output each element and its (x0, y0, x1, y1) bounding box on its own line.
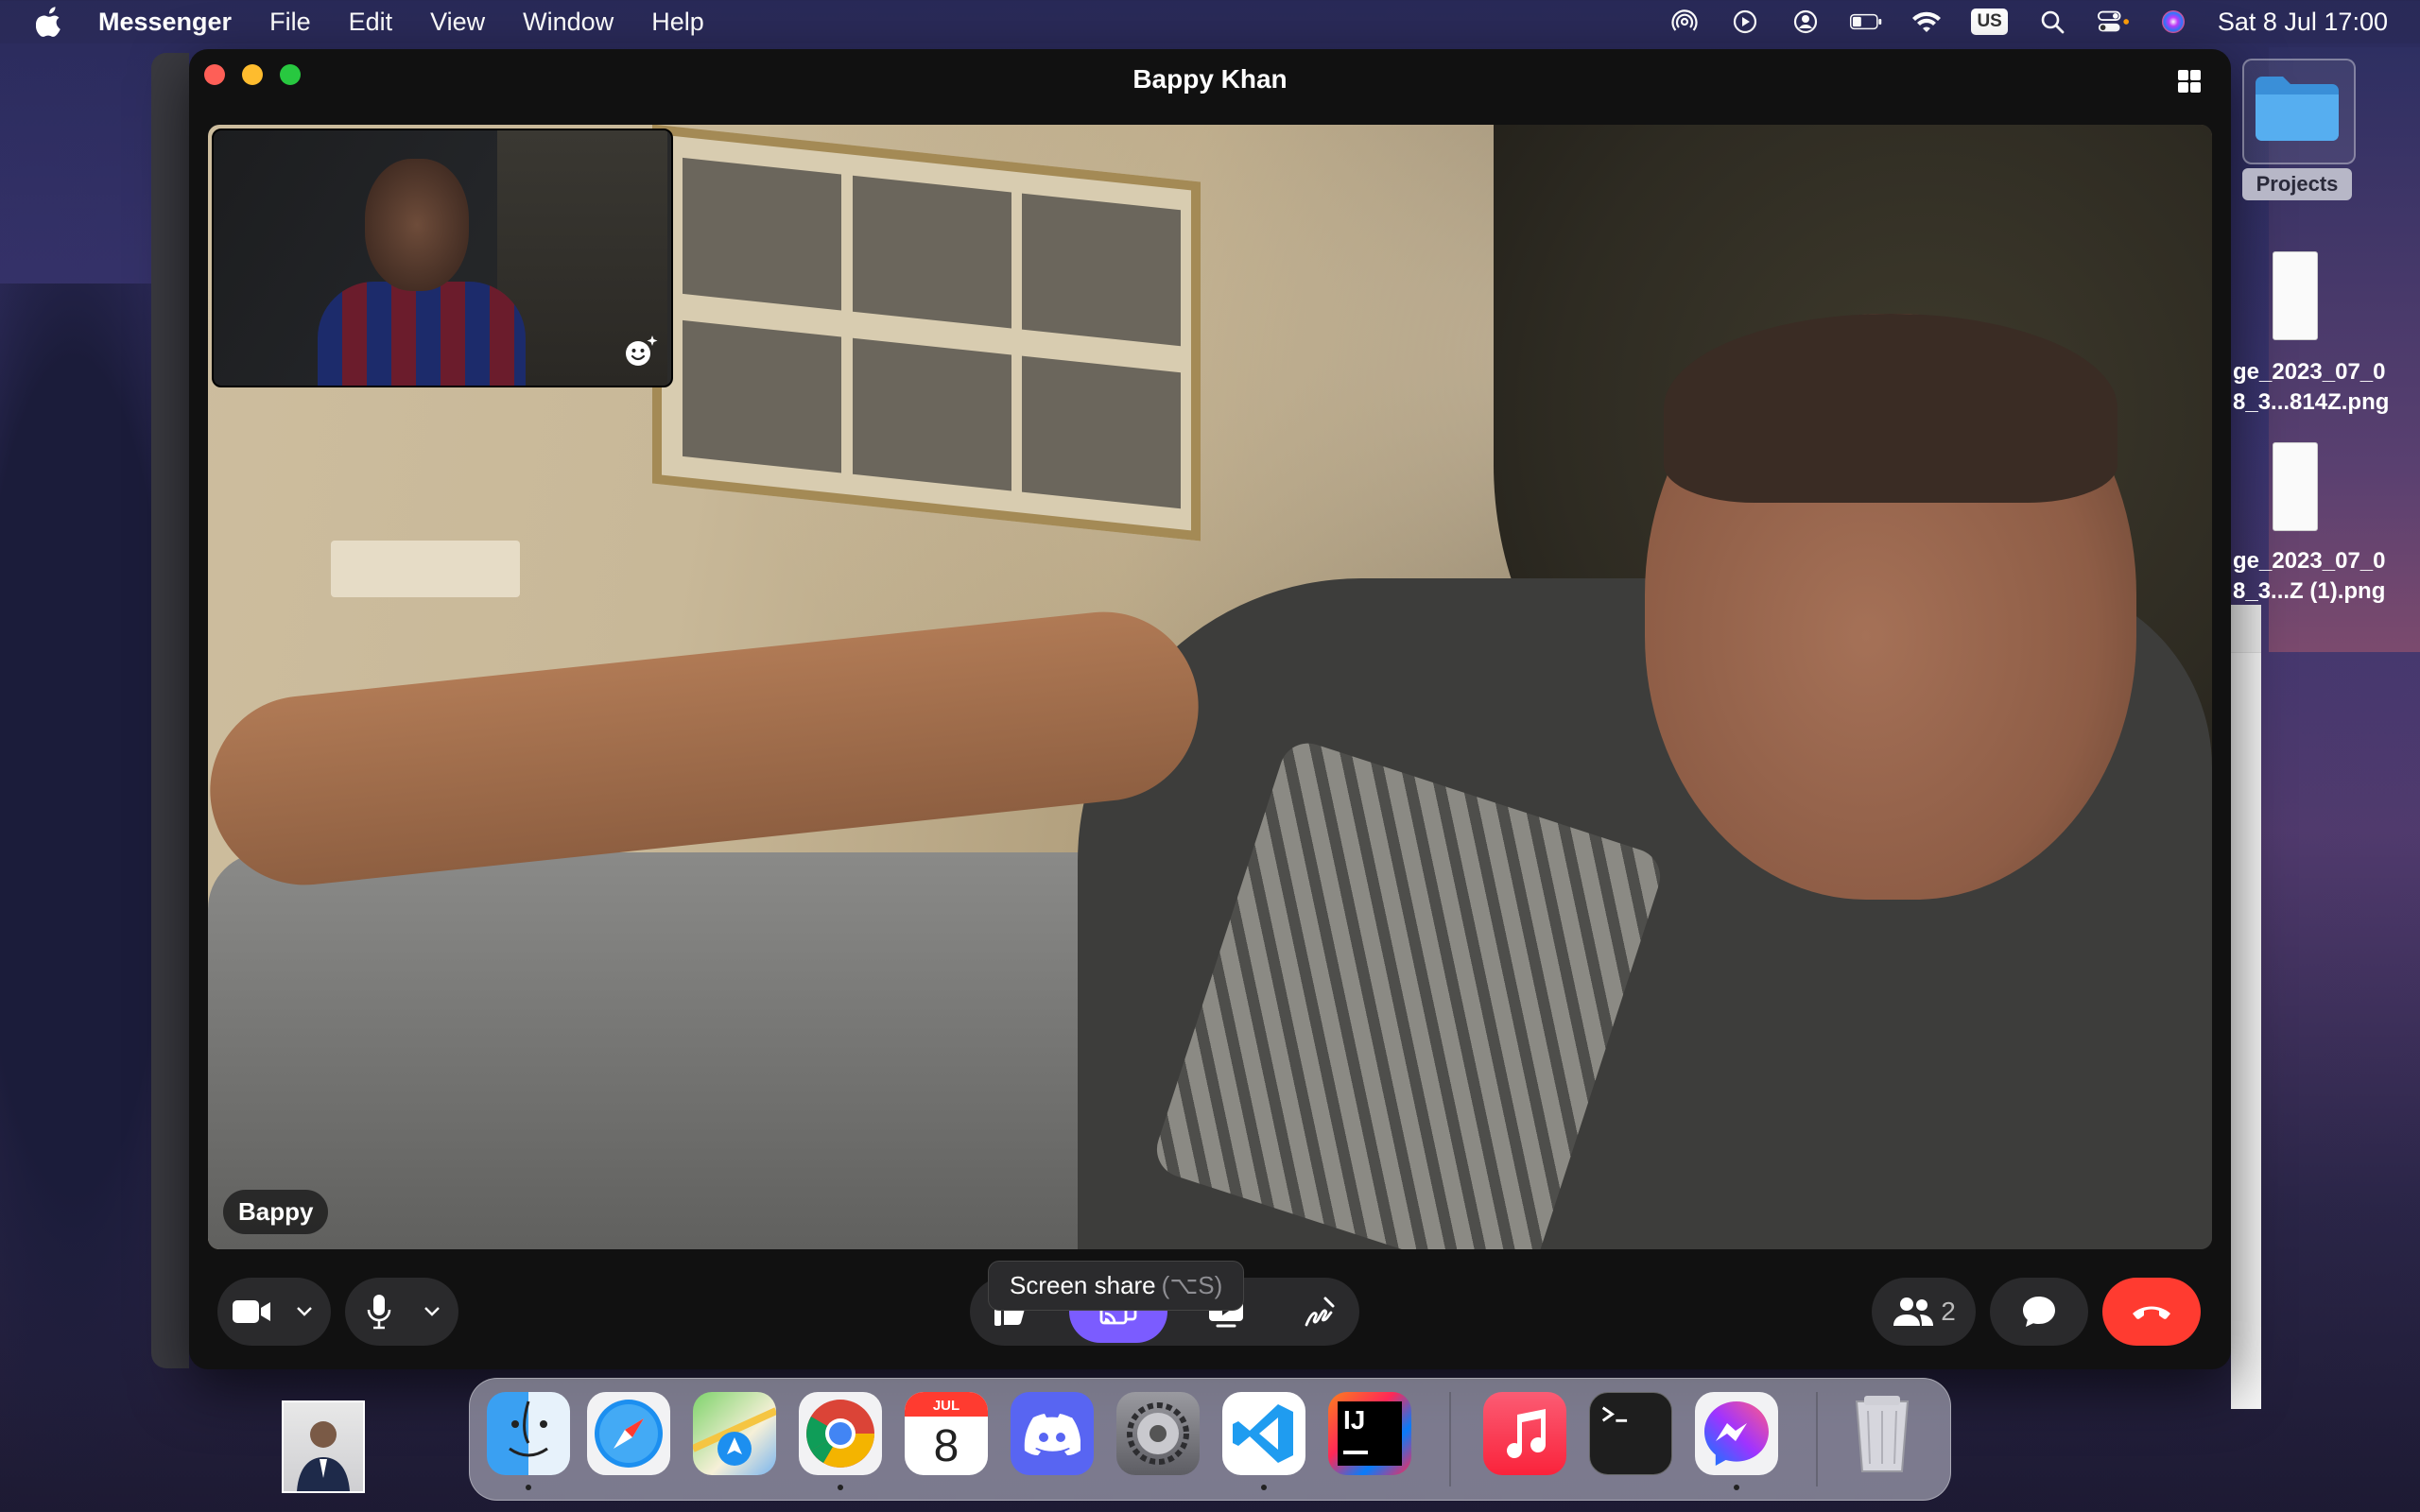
file-name-line: 8_3...814Z.png (2233, 389, 2390, 415)
dock-music[interactable] (1483, 1392, 1566, 1475)
finder-icon (509, 1400, 548, 1457)
file-name-line: 8_3...Z (1).png (2233, 578, 2386, 604)
trash-icon (1855, 1396, 1910, 1472)
chevron-down-icon (424, 1307, 440, 1316)
camera-control-group (217, 1278, 331, 1346)
vscode-icon (1233, 1404, 1293, 1463)
messenger-call-window: Bappy Khan Bappy 2 Screen share (⌥S) (189, 49, 2231, 1369)
desktop-photo-thumbnail[interactable] (282, 1400, 365, 1493)
doodle-button[interactable] (1286, 1278, 1354, 1346)
grid-layout-icon[interactable] (2176, 68, 2203, 94)
window-title: Bappy Khan (1132, 64, 1288, 94)
chevron-down-icon (297, 1307, 312, 1316)
doodle-pen-icon (1305, 1297, 1335, 1327)
background-window (151, 53, 189, 1368)
dock-discord[interactable] (1011, 1392, 1094, 1475)
apple-icon[interactable] (36, 6, 64, 38)
self-video-preview[interactable] (212, 129, 673, 387)
dock-safari[interactable] (587, 1392, 670, 1475)
microphone-icon (367, 1295, 391, 1330)
wifi-icon[interactable] (1910, 8, 1943, 36)
menu-help[interactable]: Help (651, 8, 704, 37)
menu-window[interactable]: Window (523, 8, 614, 37)
smiley-sparkle-icon (626, 335, 658, 366)
microphone-control-group (345, 1278, 458, 1346)
discord-icon (1024, 1414, 1080, 1455)
dock: JUL 8 IJ (469, 1378, 1951, 1501)
dock-finder[interactable] (487, 1392, 570, 1475)
messenger-icon (1704, 1401, 1769, 1466)
play-circle-icon[interactable] (1729, 8, 1761, 36)
menu-file[interactable]: File (269, 8, 311, 37)
dock-chrome[interactable] (799, 1392, 882, 1475)
dock-maps[interactable] (693, 1392, 776, 1475)
dock-trash[interactable] (1841, 1392, 1924, 1475)
menu-bar-clock[interactable]: Sat 8 Jul 17:00 (2218, 8, 2388, 37)
camera-toggle-button[interactable] (217, 1278, 285, 1346)
dock-calendar[interactable]: JUL 8 (905, 1392, 988, 1475)
safari-compass-icon (595, 1400, 663, 1468)
title-bar[interactable]: Bappy Khan (189, 49, 2231, 121)
video-camera-icon (233, 1300, 270, 1323)
menu-bar: Messenger File Edit View Window Help US … (0, 0, 2420, 43)
battery-icon[interactable] (1850, 8, 1882, 36)
video-wall-switchboard (331, 541, 520, 597)
remote-participant-name-tag: Bappy (223, 1190, 329, 1234)
maps-icon (693, 1407, 776, 1466)
chat-bubble-icon (2023, 1297, 2055, 1327)
dock-vscode[interactable] (1222, 1392, 1305, 1475)
people-icon (1893, 1297, 1934, 1326)
desktop-file-label[interactable]: ge_2023_07_0 8_3...Z (1).png (2233, 546, 2420, 607)
dock-separator (1449, 1392, 1451, 1486)
calendar-day: 8 (933, 1421, 959, 1471)
terminal-prompt-icon (1601, 1406, 1628, 1422)
microphone-toggle-button[interactable] (345, 1278, 413, 1346)
end-call-button[interactable] (2102, 1278, 2201, 1346)
desktop-file-label[interactable]: ge_2023_07_0 8_3...814Z.png (2233, 357, 2420, 418)
projects-folder-label[interactable]: Projects (2242, 168, 2352, 200)
dock-system-settings[interactable] (1116, 1392, 1200, 1475)
intellij-label: IJ (1343, 1405, 1366, 1435)
folder-icon[interactable] (2252, 70, 2342, 146)
menu-edit[interactable]: Edit (349, 8, 393, 37)
tooltip-label: Screen share (1010, 1271, 1156, 1299)
siri-icon[interactable] (2157, 8, 2189, 36)
menu-view[interactable]: View (430, 8, 485, 37)
png-file-thumbnail[interactable] (2273, 251, 2318, 340)
participants-button[interactable]: 2 (1872, 1278, 1976, 1346)
tooltip-shortcut: (⌥S) (1161, 1271, 1223, 1299)
dock-separator (1816, 1392, 1818, 1486)
dock-terminal[interactable] (1589, 1392, 1672, 1475)
video-person-hair (1664, 314, 2118, 503)
user-account-icon[interactable] (1789, 8, 1822, 36)
file-name-line: ge_2023_07_0 (2233, 548, 2386, 574)
airdrop-icon[interactable] (1668, 8, 1701, 36)
chrome-icon (806, 1400, 874, 1468)
spotlight-search-icon[interactable] (2036, 8, 2068, 36)
chat-button[interactable] (1990, 1278, 2088, 1346)
self-video-person-head (365, 159, 469, 291)
menu-app-name[interactable]: Messenger (98, 8, 232, 37)
video-wall-picture-frame (652, 125, 1201, 541)
camera-options-dropdown[interactable] (285, 1278, 323, 1346)
calendar-month: JUL (932, 1398, 960, 1414)
file-name-line: ge_2023_07_0 (2233, 359, 2386, 385)
gear-icon (1127, 1402, 1189, 1465)
png-file-thumbnail[interactable] (2273, 442, 2318, 531)
effects-button[interactable] (620, 331, 662, 372)
control-center-icon[interactable] (2097, 8, 2129, 36)
dock-intellij[interactable]: IJ (1328, 1392, 1411, 1475)
screen-share-tooltip: Screen share (⌥S) (988, 1261, 1245, 1311)
dock-messenger[interactable] (1695, 1392, 1778, 1475)
music-note-icon (1507, 1409, 1546, 1459)
background-window-right-content (2231, 652, 2261, 1409)
participant-count: 2 (1941, 1297, 1956, 1326)
hang-up-icon (2133, 1306, 2170, 1319)
keyboard-input-indicator[interactable]: US (1971, 9, 2008, 35)
remote-video-feed: Bappy (208, 125, 2212, 1249)
microphone-options-dropdown[interactable] (413, 1278, 451, 1346)
self-video-person-body (318, 282, 526, 386)
